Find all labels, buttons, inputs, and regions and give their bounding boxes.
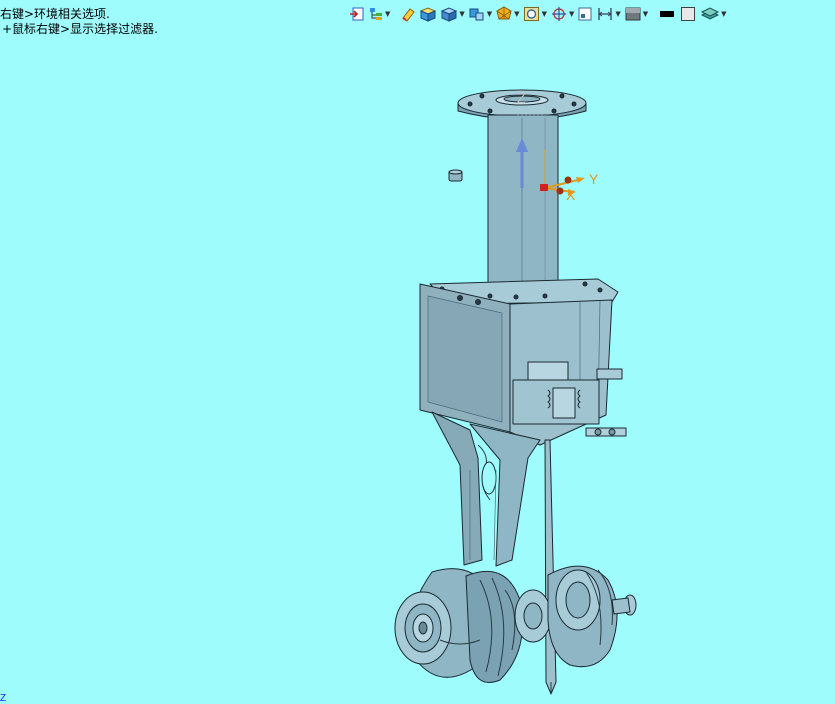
triad-z-label: Z — [517, 90, 526, 106]
wheel-assembly[interactable] — [394, 565, 637, 683]
housing-front[interactable] — [419, 283, 511, 433]
triad-x-label: X — [566, 187, 576, 203]
housing-side[interactable] — [509, 299, 627, 446]
floating-part[interactable] — [448, 169, 463, 182]
corner-axis-indicator: Z — [0, 693, 7, 704]
cad-model-view[interactable]: Y X Z — [0, 0, 835, 704]
triad-y-label: Y — [589, 171, 599, 187]
graphics-viewport[interactable]: 右键>环境相关选项. +鼠标右键>显示选择过滤器. ▼ ▼ ▼ ▼ ▼ ▼ ▼ … — [0, 0, 835, 704]
